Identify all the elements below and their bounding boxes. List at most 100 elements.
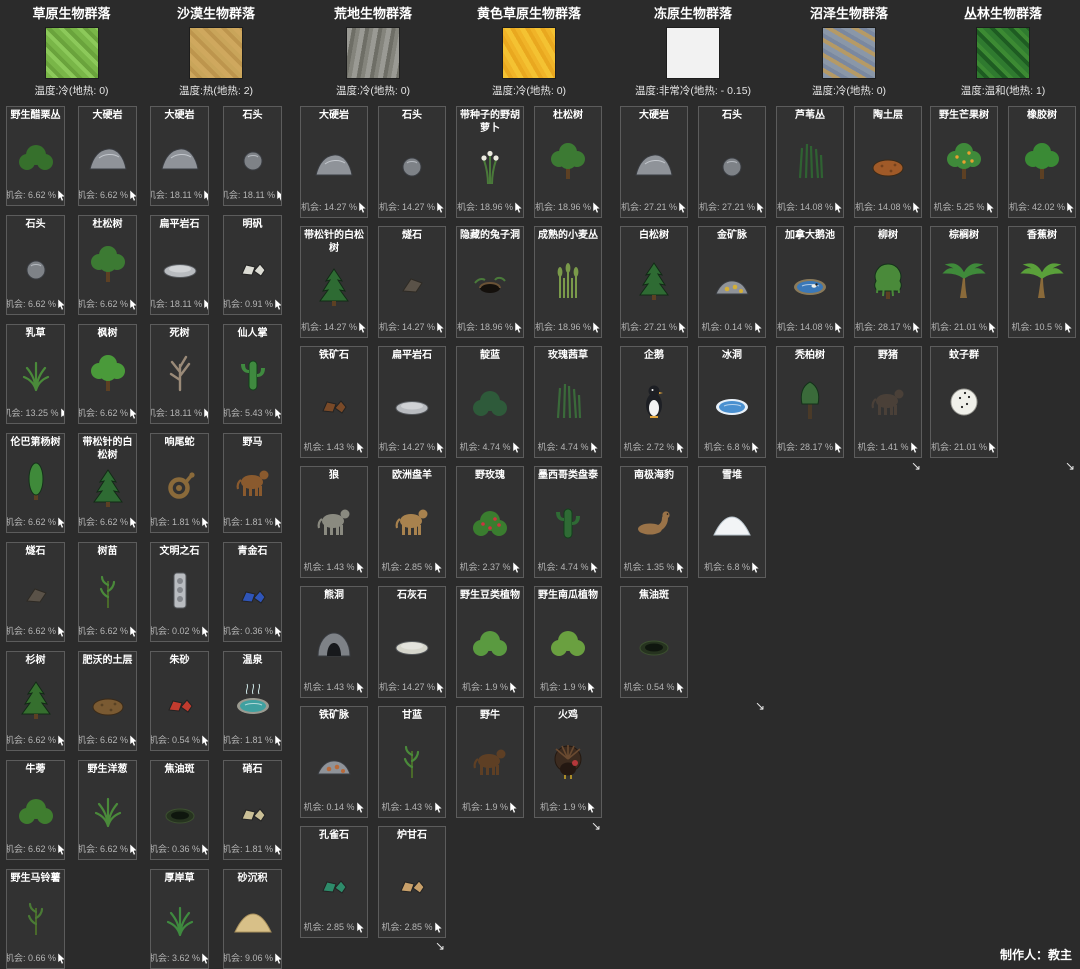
item-card[interactable]: 文明之石机会: 0.02 % bbox=[150, 542, 209, 642]
item-card[interactable]: 明矾机会: 0.91 % bbox=[223, 215, 282, 315]
item-title: 甘蓝 bbox=[402, 710, 422, 723]
item-card[interactable]: 树苗机会: 6.62 % bbox=[78, 542, 137, 642]
item-card[interactable]: 靛蓝机会: 4.74 % bbox=[456, 346, 524, 458]
item-card[interactable]: 金矿脉机会: 0.14 % bbox=[698, 226, 766, 338]
item-card[interactable]: 隐藏的兔子洞机会: 18.96 % bbox=[456, 226, 524, 338]
item-card[interactable]: 企鹅机会: 2.72 % bbox=[620, 346, 688, 458]
item-card[interactable]: 熊洞机会: 1.43 % bbox=[300, 586, 368, 698]
item-card[interactable]: 带种子的野胡萝卜机会: 18.96 % bbox=[456, 106, 524, 218]
item-chance: 机会: 18.11 % bbox=[223, 187, 282, 203]
item-card[interactable]: 野生马铃薯机会: 0.66 % bbox=[6, 869, 65, 969]
item-card[interactable]: 野马机会: 1.81 % bbox=[223, 433, 282, 533]
sand-deposit-icon bbox=[230, 886, 276, 951]
item-card[interactable]: 响尾蛇机会: 1.81 % bbox=[150, 433, 209, 533]
item-title: 野牛 bbox=[480, 710, 500, 723]
item-card[interactable]: 野生豆类植物机会: 1.9 % bbox=[456, 586, 524, 698]
item-title: 野生芒果树 bbox=[939, 110, 989, 123]
item-card[interactable]: 秃柏树机会: 28.17 % bbox=[776, 346, 844, 458]
item-card[interactable]: 铁矿脉机会: 0.14 % bbox=[300, 706, 368, 818]
item-card[interactable]: 野生芒果树机会: 5.25 % bbox=[930, 106, 998, 218]
item-card[interactable]: 野玫瑰机会: 2.37 % bbox=[456, 466, 524, 578]
item-card[interactable]: 乳草机会: 13.25 % bbox=[6, 324, 65, 424]
item-title: 欧洲盘羊 bbox=[392, 470, 432, 483]
item-card[interactable]: 燧石机会: 14.27 % bbox=[378, 226, 446, 338]
item-card[interactable]: 野牛机会: 1.9 % bbox=[456, 706, 524, 818]
item-card[interactable]: 大硬岩机会: 14.27 % bbox=[300, 106, 368, 218]
item-card[interactable]: 野生洋葱机会: 6.62 % bbox=[78, 760, 137, 860]
item-card[interactable]: 砂沉积机会: 9.06 % bbox=[223, 869, 282, 969]
biome-swatch bbox=[46, 28, 98, 78]
item-card[interactable]: 陶土层机会: 14.08 % bbox=[854, 106, 922, 218]
resize-handle[interactable]: ↘ bbox=[456, 820, 602, 832]
item-card[interactable]: 燧石机会: 6.62 % bbox=[6, 542, 65, 642]
item-card[interactable]: 甘蓝机会: 1.43 % bbox=[378, 706, 446, 818]
item-card[interactable]: 硝石机会: 1.81 % bbox=[223, 760, 282, 860]
item-card[interactable]: 欧洲盘羊机会: 2.85 % bbox=[378, 466, 446, 578]
item-card[interactable]: 青金石机会: 0.36 % bbox=[223, 542, 282, 642]
item-card[interactable]: 肥沃的土层机会: 6.62 % bbox=[78, 651, 137, 751]
item-card[interactable]: 厚岸草机会: 3.62 % bbox=[150, 869, 209, 969]
item-card[interactable]: 带松针的白松树机会: 14.27 % bbox=[300, 226, 368, 338]
item-card[interactable]: 铁矿石机会: 1.43 % bbox=[300, 346, 368, 458]
item-card[interactable]: 仙人掌机会: 5.43 % bbox=[223, 324, 282, 424]
item-card[interactable]: 牛蒡机会: 6.62 % bbox=[6, 760, 65, 860]
item-card[interactable]: 石头机会: 18.11 % bbox=[223, 106, 282, 206]
item-card[interactable]: 野猪机会: 1.41 % bbox=[854, 346, 922, 458]
item-card[interactable]: 雪堆机会: 6.8 % bbox=[698, 466, 766, 578]
resize-handle[interactable]: ↘ bbox=[620, 700, 766, 712]
item-card[interactable]: 柳树机会: 28.17 % bbox=[854, 226, 922, 338]
item-card[interactable]: 加拿大鹅池机会: 14.08 % bbox=[776, 226, 844, 338]
item-card[interactable]: 白松树机会: 27.21 % bbox=[620, 226, 688, 338]
item-title: 白松树 bbox=[639, 230, 669, 243]
resize-handle[interactable]: ↘ bbox=[930, 460, 1076, 472]
item-card[interactable]: 朱砂机会: 0.54 % bbox=[150, 651, 209, 751]
item-card[interactable]: 焦油斑机会: 0.36 % bbox=[150, 760, 209, 860]
item-card[interactable]: 扁平岩石机会: 14.27 % bbox=[378, 346, 446, 458]
item-card[interactable]: 狼机会: 1.43 % bbox=[300, 466, 368, 578]
item-card[interactable]: 南极海豹机会: 1.35 % bbox=[620, 466, 688, 578]
item-card[interactable]: 玫瑰茜草机会: 4.74 % bbox=[534, 346, 602, 458]
item-card[interactable]: 死树机会: 18.11 % bbox=[150, 324, 209, 424]
item-card[interactable]: 枫树机会: 6.62 % bbox=[78, 324, 137, 424]
rattlesnake-icon bbox=[157, 450, 203, 515]
cursor-icon bbox=[203, 299, 209, 311]
wild-bean-plant-icon bbox=[467, 603, 513, 680]
resize-handle[interactable]: ↘ bbox=[776, 460, 922, 472]
item-card[interactable]: 野生醋栗丛机会: 6.62 % bbox=[6, 106, 65, 206]
item-card[interactable]: 带松针的白松树机会: 6.62 % bbox=[78, 433, 137, 533]
item-card[interactable]: 孔雀石机会: 2.85 % bbox=[300, 826, 368, 938]
item-chance: 机会: 0.54 % bbox=[623, 679, 684, 695]
item-card[interactable]: 成熟的小麦丛机会: 18.96 % bbox=[534, 226, 602, 338]
resize-handle[interactable]: ↘ bbox=[300, 940, 446, 952]
item-card[interactable]: 火鸡机会: 1.9 % bbox=[534, 706, 602, 818]
item-card[interactable]: 蚊子群机会: 21.01 % bbox=[930, 346, 998, 458]
item-card[interactable]: 芦苇丛机会: 14.08 % bbox=[776, 106, 844, 218]
item-card[interactable]: 大硬岩机会: 18.11 % bbox=[150, 106, 209, 206]
item-card[interactable]: 炉甘石机会: 2.85 % bbox=[378, 826, 446, 938]
item-card[interactable]: 温泉机会: 1.81 % bbox=[223, 651, 282, 751]
item-card[interactable]: 焦油斑机会: 0.54 % bbox=[620, 586, 688, 698]
item-chance-label: 机会: 6.62 % bbox=[78, 733, 128, 746]
biome-column-desert: 沙漠生物群落温度:热(地热: 2)大硬岩机会: 18.11 %石头机会: 18.… bbox=[150, 0, 282, 969]
item-chance-label: 机会: 4.74 % bbox=[459, 440, 510, 453]
item-card[interactable]: 冰洞机会: 6.8 % bbox=[698, 346, 766, 458]
item-card[interactable]: 香蕉树机会: 10.5 % bbox=[1008, 226, 1076, 338]
item-card[interactable]: 大硬岩机会: 27.21 % bbox=[620, 106, 688, 218]
item-card[interactable]: 石灰石机会: 14.27 % bbox=[378, 586, 446, 698]
item-card[interactable]: 石头机会: 14.27 % bbox=[378, 106, 446, 218]
item-card[interactable]: 墨西哥类盘泰机会: 4.74 % bbox=[534, 466, 602, 578]
item-card[interactable]: 伦巴第杨树机会: 6.62 % bbox=[6, 433, 65, 533]
item-card[interactable]: 杜松树机会: 18.96 % bbox=[534, 106, 602, 218]
item-card[interactable]: 棕榈树机会: 21.01 % bbox=[930, 226, 998, 338]
item-card[interactable]: 杉树机会: 6.62 % bbox=[6, 651, 65, 751]
item-card[interactable]: 扁平岩石机会: 18.11 % bbox=[150, 215, 209, 315]
item-card[interactable]: 橡胶树机会: 42.02 % bbox=[1008, 106, 1076, 218]
item-chance-label: 机会: 1.9 % bbox=[462, 680, 508, 693]
item-card[interactable]: 野生南瓜植物机会: 1.9 % bbox=[534, 586, 602, 698]
item-card[interactable]: 大硬岩机会: 6.62 % bbox=[78, 106, 137, 206]
item-card[interactable]: 石头机会: 27.21 % bbox=[698, 106, 766, 218]
item-chance-label: 机会: 21.01 % bbox=[931, 320, 987, 333]
item-title: 乳草 bbox=[26, 328, 46, 341]
item-card[interactable]: 杜松树机会: 6.62 % bbox=[78, 215, 137, 315]
item-card[interactable]: 石头机会: 6.62 % bbox=[6, 215, 65, 315]
